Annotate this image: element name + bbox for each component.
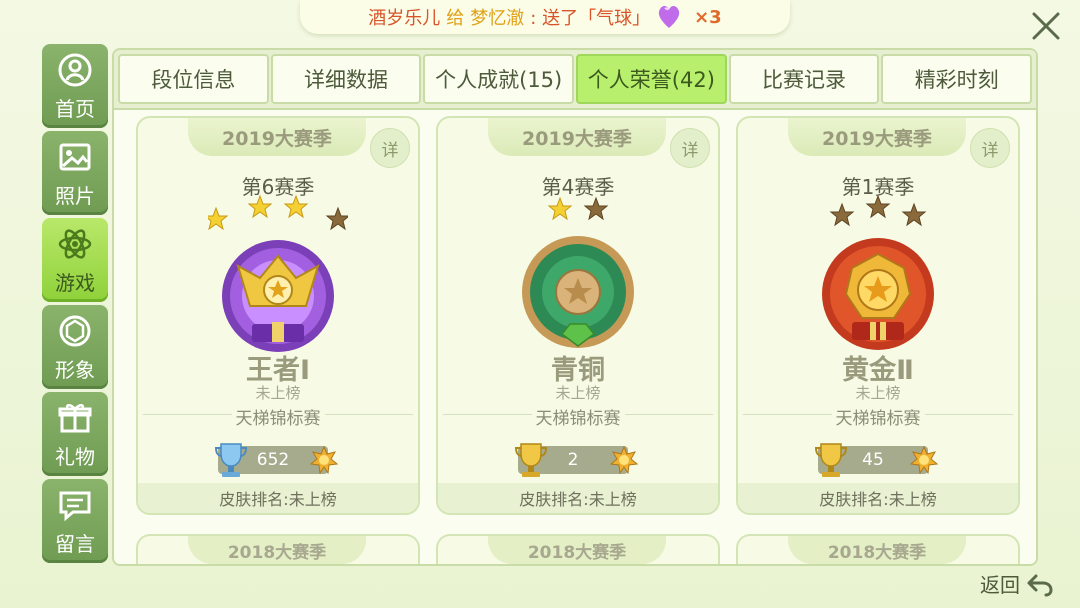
sun-badge-icon <box>910 446 938 474</box>
bronze-medal-icon <box>522 196 634 348</box>
star-lit-icon <box>547 196 573 221</box>
detail-button[interactable]: 详 <box>370 128 410 168</box>
honor-card-partial[interactable]: 2018大赛季 <box>736 534 1020 564</box>
gift-icon <box>58 403 92 432</box>
sun-badge-icon <box>310 446 338 474</box>
season-year: 2018大赛季 <box>788 536 966 564</box>
tab-detailed-data[interactable]: 详细数据 <box>270 54 422 104</box>
sun-badge-icon <box>610 446 638 474</box>
sidebar-item-label: 游戏 <box>55 270 95 295</box>
game-icon <box>58 228 92 259</box>
back-label: 返回 <box>980 573 1020 597</box>
star-lit-icon <box>283 194 309 219</box>
detail-button[interactable]: 详 <box>670 128 710 168</box>
gives-text: 给 <box>446 8 465 29</box>
tournament-name: 天梯锦标赛 <box>831 409 925 429</box>
honor-card[interactable]: 2019大赛季 详 第4赛季 青铜 未上榜 天梯锦标赛 2 皮肤排名:未上榜 <box>436 116 720 515</box>
tournament-name: 天梯锦标赛 <box>231 409 325 429</box>
tab-rank-info[interactable]: 段位信息 <box>118 54 269 104</box>
sidebar-item-appearance[interactable]: 形象 <box>42 305 108 389</box>
season-year: 2019大赛季 <box>788 118 966 156</box>
star-unlit-icon <box>583 196 609 221</box>
king-medal-icon <box>208 194 348 352</box>
gold-trophy-icon <box>814 443 848 477</box>
skin-ranking: 皮肤排名:未上榜 <box>138 483 418 513</box>
season-year: 2019大赛季 <box>188 118 366 156</box>
skin-ranking: 皮肤排名:未上榜 <box>738 483 1018 513</box>
honor-card-partial[interactable]: 2018大赛季 <box>436 534 720 564</box>
sidebar-item-home[interactable]: 首页 <box>42 44 108 128</box>
honor-card-partial[interactable]: 2018大赛季 <box>136 534 420 564</box>
tab-achievements[interactable]: 个人成就(15) <box>423 54 575 104</box>
sidebar-item-game[interactable]: 游戏 <box>42 218 108 302</box>
star-unlit-icon <box>325 206 348 231</box>
photo-icon <box>59 143 91 170</box>
sidebar-item-label: 首页 <box>55 96 95 121</box>
sidebar-item-gift[interactable]: 礼物 <box>42 392 108 476</box>
skin-ranking: 皮肤排名:未上榜 <box>438 483 718 513</box>
star-unlit-icon <box>865 194 891 219</box>
star-lit-icon <box>247 194 273 219</box>
gift-notification-banner: 酒岁乐儿 给 梦忆澈 : 送了「气球」 ×3 <box>300 0 790 34</box>
honor-panel: 段位信息 详细数据 个人成就(15) 个人荣誉(42) 比赛记录 精彩时刻 20… <box>112 48 1038 566</box>
star-lit-icon <box>208 206 229 231</box>
message-icon <box>59 491 91 521</box>
sender-name: 酒岁乐儿 <box>368 8 441 29</box>
tab-highlights[interactable]: 精彩时刻 <box>881 54 1033 104</box>
honor-card[interactable]: 2019大赛季 详 第6赛季 王者Ⅰ 未上榜 天梯锦标赛 652 皮肤排名:未上… <box>136 116 420 515</box>
sidebar-item-label: 照片 <box>55 183 95 208</box>
recipient-name: 梦忆澈 <box>470 8 525 29</box>
star-unlit-icon <box>901 202 927 227</box>
appearance-icon <box>59 315 91 346</box>
gold-medal-icon <box>822 194 934 350</box>
tab-bar: 段位信息 详细数据 个人成就(15) 个人荣誉(42) 比赛记录 精彩时刻 <box>114 50 1036 110</box>
home-icon <box>58 53 92 86</box>
tab-match-records[interactable]: 比赛记录 <box>728 54 880 104</box>
detail-button[interactable]: 详 <box>970 128 1010 168</box>
sidebar-item-photos[interactable]: 照片 <box>42 131 108 215</box>
balloon-icon <box>658 6 680 29</box>
season-year: 2018大赛季 <box>188 536 366 564</box>
close-icon[interactable] <box>1026 6 1066 46</box>
star-unlit-icon <box>829 202 855 227</box>
gift-text: : 送了「气球」 <box>530 8 651 29</box>
sidebar-item-label: 形象 <box>55 357 95 382</box>
leaderboard-status: 未上榜 <box>855 384 901 402</box>
leaderboard-status: 未上榜 <box>255 384 301 402</box>
tournament-name: 天梯锦标赛 <box>531 409 625 429</box>
honor-card[interactable]: 2019大赛季 详 第1赛季 黄金Ⅱ 未上榜 天梯锦标赛 45 皮肤排名:未上榜 <box>736 116 1020 515</box>
back-button[interactable]: 返回 <box>980 569 1054 598</box>
gold-trophy-icon <box>514 443 548 477</box>
sidebar-nav: 首页 照片 游戏 形象 礼物 留言 <box>42 44 108 566</box>
season-year: 2018大赛季 <box>488 536 666 564</box>
gift-count: ×3 <box>694 6 722 28</box>
sidebar-item-label: 礼物 <box>55 444 95 469</box>
season-year: 2019大赛季 <box>488 118 666 156</box>
back-arrow-icon <box>1027 574 1053 596</box>
sidebar-item-label: 留言 <box>55 531 95 556</box>
leaderboard-status: 未上榜 <box>555 384 601 402</box>
silver-trophy-icon <box>214 443 248 477</box>
sidebar-item-message[interactable]: 留言 <box>42 479 108 563</box>
tab-honors[interactable]: 个人荣誉(42) <box>576 54 727 104</box>
